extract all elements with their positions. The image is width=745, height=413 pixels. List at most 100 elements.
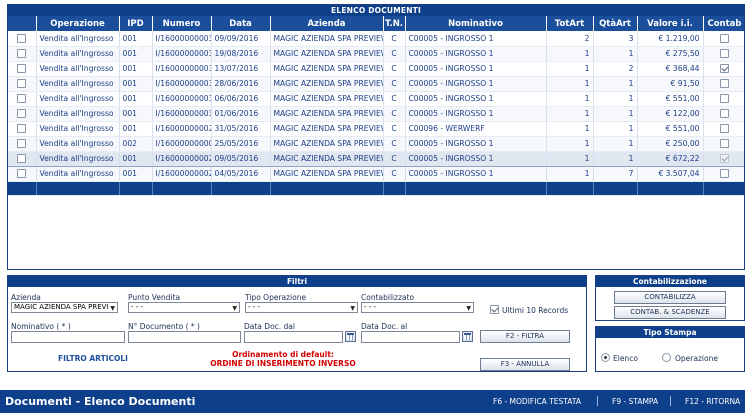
contab-checkbox[interactable]	[720, 154, 729, 164]
f9-stampa-button[interactable]: F9 - STAMPA	[612, 397, 658, 406]
cell-select	[8, 166, 37, 182]
row-select-checkbox[interactable]	[17, 139, 27, 149]
contabilizzazione-title: Contabilizzazione	[596, 276, 744, 287]
column-header-contab[interactable]: Contab	[703, 16, 744, 31]
cell-operazione: Vendita all'Ingrosso	[36, 91, 120, 107]
cell-data: 01/06/2016	[211, 106, 271, 122]
row-select-checkbox[interactable]	[17, 124, 27, 134]
footer-cell	[637, 181, 704, 196]
contab-checkbox[interactable]	[720, 34, 729, 43]
contab-checkbox[interactable]	[720, 109, 729, 119]
cell-ipd: 001	[119, 121, 153, 137]
table-row[interactable]: Vendita all'Ingrosso002I/16000000000125/…	[8, 136, 744, 152]
cell-operazione: Vendita all'Ingrosso	[36, 31, 120, 47]
cell-nominativo: C00005 - INGROSSO 1	[405, 46, 547, 62]
contab-checkbox[interactable]	[720, 94, 729, 104]
nominativo-input[interactable]	[11, 331, 125, 343]
nominativo-label: Nominativo ( * )	[11, 322, 71, 331]
azienda-select[interactable]: MAGIC AZIENDA SPA PREVI ▼	[11, 302, 118, 313]
table-row[interactable]: Vendita all'Ingrosso001I/16000000003509/…	[8, 31, 744, 47]
column-header-operazione[interactable]: Operazione	[36, 16, 120, 31]
contab-checkbox[interactable]	[720, 64, 729, 74]
data-al-input[interactable]	[361, 331, 460, 343]
tipo-stampa-panel: Tipo Stampa Elenco Operazione	[595, 326, 745, 372]
cell-valore: € 551,00	[637, 121, 704, 137]
ultimi-10-label: Ultimi 10 Records	[502, 306, 569, 315]
contab-checkbox[interactable]	[720, 139, 729, 149]
cell-valore: € 672,22	[637, 150, 704, 167]
contab-checkbox[interactable]	[720, 79, 729, 89]
cell-numero: I/160000000035	[152, 31, 212, 47]
cell-select	[8, 91, 37, 107]
filtra-button[interactable]: F2 - FILTRA	[480, 330, 570, 343]
footer-cell	[546, 181, 594, 196]
column-header-tn[interactable]: T.N.	[383, 16, 406, 31]
cell-data: 09/05/2016	[211, 150, 271, 167]
tipo-operazione-select[interactable]: - - - ▼	[245, 302, 358, 313]
f12-ritorna-button[interactable]: F12 - RITORNA	[685, 397, 740, 406]
cell-azienda: MAGIC AZIENDA SPA PREVIEW	[270, 46, 384, 62]
column-header-azienda[interactable]: Azienda	[270, 16, 384, 31]
table-row[interactable]: Vendita all'Ingrosso001I/16000000003106/…	[8, 91, 744, 107]
numero-documento-input[interactable]	[128, 331, 241, 343]
column-header-data[interactable]: Data	[211, 16, 271, 31]
row-select-checkbox[interactable]	[17, 34, 27, 43]
data-dal-input[interactable]	[244, 331, 343, 343]
footer-cell	[703, 181, 744, 196]
column-header-ipd[interactable]: IPD	[119, 16, 153, 31]
filtro-articoli-link[interactable]: FILTRO ARTICOLI	[58, 354, 128, 363]
column-header-select[interactable]	[8, 16, 37, 31]
footer-cell	[593, 181, 638, 196]
row-select-checkbox[interactable]	[17, 169, 27, 179]
contab-checkbox[interactable]	[720, 169, 729, 179]
grid-title: ELENCO DOCUMENTI	[8, 5, 744, 16]
contab-checkbox[interactable]	[720, 49, 729, 59]
cell-numero: I/160000000034	[152, 46, 212, 62]
row-select-checkbox[interactable]	[17, 64, 27, 74]
ultimi-10-checkbox[interactable]	[490, 305, 499, 314]
radio-elenco[interactable]	[601, 353, 610, 362]
calendar-icon[interactable]	[462, 331, 473, 342]
punto-vendita-select[interactable]: - - - ▼	[128, 302, 240, 313]
cell-azienda: MAGIC AZIENDA SPA PREVIEW	[270, 76, 384, 92]
cell-qtaart: 2	[593, 61, 638, 77]
table-row[interactable]: Vendita all'Ingrosso001I/16000000003228/…	[8, 76, 744, 92]
cell-azienda: MAGIC AZIENDA SPA PREVIEW	[270, 150, 384, 167]
column-header-nominativo[interactable]: Nominativo	[405, 16, 547, 31]
filters-panel: Filtri Azienda MAGIC AZIENDA SPA PREVI ▼…	[7, 275, 587, 372]
table-row[interactable]: Vendita all'Ingrosso001I/16000000003419/…	[8, 46, 744, 62]
contabilizzato-select[interactable]: - - - ▼	[361, 302, 474, 313]
cell-contab	[703, 31, 744, 47]
contab-scadenze-button[interactable]: CONTAB. & SCADENZE	[614, 306, 726, 319]
column-header-numero[interactable]: Numero	[152, 16, 212, 31]
contab-checkbox[interactable]	[720, 124, 729, 134]
cell-select	[8, 76, 37, 92]
row-select-checkbox[interactable]	[17, 109, 27, 119]
row-select-checkbox[interactable]	[17, 94, 27, 104]
cell-contab	[703, 76, 744, 92]
chevron-down-icon: ▼	[110, 305, 115, 312]
cell-operazione: Vendita all'Ingrosso	[36, 136, 120, 152]
annulla-button[interactable]: F3 - ANNULLA	[480, 358, 570, 371]
column-header-qtaart[interactable]: QtàArt	[593, 16, 638, 31]
cell-select	[8, 150, 37, 167]
column-header-valore[interactable]: Valore i.i.	[637, 16, 704, 31]
table-row[interactable]: Vendita all'Ingrosso001I/16000000002931/…	[8, 121, 744, 137]
column-header-totart[interactable]: TotArt	[546, 16, 594, 31]
table-row[interactable]: Vendita all'Ingrosso001I/16000000003001/…	[8, 106, 744, 122]
row-select-checkbox[interactable]	[17, 79, 27, 89]
filters-title: Filtri	[8, 276, 586, 287]
cell-ipd: 001	[119, 46, 153, 62]
f6-modifica-testata-button[interactable]: F6 - MODIFICA TESTATA	[493, 397, 581, 406]
calendar-icon[interactable]	[345, 331, 356, 342]
table-row[interactable]: Vendita all'Ingrosso001I/16000000002809/…	[8, 150, 744, 167]
table-row[interactable]: Vendita all'Ingrosso001I/16000000002704/…	[8, 166, 744, 182]
radio-operazione[interactable]	[662, 353, 671, 362]
table-row[interactable]: Vendita all'Ingrosso001I/16000000003313/…	[8, 61, 744, 77]
row-select-checkbox[interactable]	[17, 49, 27, 59]
contabilizza-button[interactable]: CONTABILIZZA	[614, 291, 726, 304]
cell-totart: 1	[546, 136, 594, 152]
row-select-checkbox[interactable]	[17, 154, 27, 164]
cell-valore: € 122,00	[637, 106, 704, 122]
cell-nominativo: C00005 - INGROSSO 1	[405, 61, 547, 77]
